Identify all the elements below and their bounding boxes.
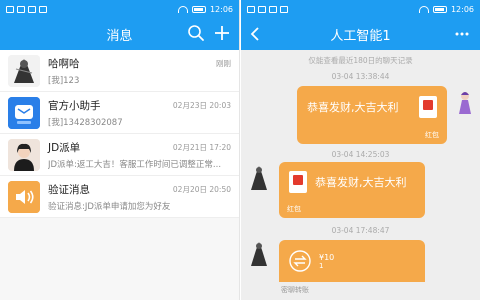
notification-icon	[258, 5, 266, 13]
notification-icon	[17, 5, 25, 13]
red-packet-text: 恭喜发财,大吉大利	[307, 101, 399, 114]
search-icon[interactable]	[187, 24, 205, 42]
conversation-preview: JD派单:返工大吉！客服工作时间已调整正常...	[48, 159, 222, 170]
conversation-name: 官方小助手	[48, 99, 101, 112]
avatar	[8, 138, 40, 171]
red-packet-label: 红包	[425, 131, 439, 139]
transfer-label: 密聊转账	[281, 286, 309, 294]
status-time: 12:06	[209, 4, 233, 14]
conversation-name: 验证消息	[48, 183, 90, 196]
message-timestamp: 03-04 14:25:03	[331, 150, 390, 159]
conversation-name: 哈啊哈	[48, 57, 80, 70]
chat-title: 人工智能1	[330, 28, 391, 44]
conversation-item[interactable]: 哈啊哈 刚刚 [我]123	[0, 50, 239, 92]
conversation-item[interactable]: 官方小助手 02月23日 20:03 [我]13428302087	[0, 92, 239, 134]
red-packet-text: 恭喜发财,大吉大利	[315, 176, 407, 189]
conversation-name: JD派单	[48, 141, 81, 154]
conversation-preview: [我]13428302087	[48, 117, 123, 128]
transfer-message[interactable]: ¥10 1	[279, 240, 425, 282]
battery-icon	[191, 5, 206, 13]
transfer-note: 1	[319, 261, 324, 270]
transfer-amount: ¥10	[319, 252, 335, 262]
contact-avatar[interactable]	[247, 164, 271, 190]
avatar	[8, 54, 40, 87]
add-icon[interactable]	[213, 24, 231, 42]
conversation-item[interactable]: JD派单 02月21日 17:20 JD派单:返工大吉！客服工作时间已调整正常.…	[0, 134, 239, 176]
message-list-screen: 12:06 消息 哈啊哈 刚刚 [我]123 官方小助手 02月23日 20:0…	[0, 0, 240, 300]
notification-icon	[247, 5, 255, 13]
red-envelope-icon	[419, 96, 437, 118]
wifi-icon	[177, 5, 188, 13]
assistant-avatar	[8, 96, 40, 129]
history-notice: 仅能查看最近180日的聊天记录	[308, 56, 413, 65]
app-header: 消息	[0, 18, 239, 50]
conversation-time: 02月21日 17:20	[172, 142, 231, 152]
wifi-icon	[418, 5, 429, 13]
battery-icon	[432, 5, 447, 13]
conversation-time: 02月23日 20:03	[172, 100, 231, 110]
page-title: 消息	[106, 28, 133, 44]
conversation-preview: 验证消息:JD派单申请加您为好友	[48, 201, 171, 212]
conversation-preview: [我]123	[48, 75, 80, 86]
status-bar: 12:06	[241, 0, 480, 18]
notification-icon	[39, 5, 47, 13]
conversation-item[interactable]: 验证消息 02月20日 20:50 验证消息:JD派单申请加您为好友	[0, 176, 239, 218]
message-timestamp: 03-04 17:48:47	[331, 226, 390, 235]
chat-screen: 12:06 人工智能1 仅能查看最近180日的聊天记录 03-04 13:38:…	[241, 0, 480, 300]
red-packet-message[interactable]: 恭喜发财,大吉大利 红包	[297, 86, 447, 144]
red-envelope-icon	[289, 171, 307, 193]
back-icon[interactable]	[249, 24, 261, 44]
chat-header: 人工智能1	[241, 18, 480, 50]
notification-icon	[28, 5, 36, 13]
chat-area: 仅能查看最近180日的聊天记录 03-04 13:38:44 恭喜发财,大吉大利…	[241, 50, 480, 300]
transfer-icon	[289, 250, 311, 272]
notification-icon	[280, 5, 288, 13]
status-bar: 12:06	[0, 0, 239, 18]
my-avatar[interactable]	[453, 88, 477, 114]
notification-icon	[269, 5, 277, 13]
contact-avatar[interactable]	[247, 240, 271, 266]
notification-icon	[6, 5, 14, 13]
conversation-time: 刚刚	[216, 58, 231, 68]
status-time: 12:06	[450, 4, 474, 14]
message-timestamp: 03-04 13:38:44	[331, 72, 390, 81]
red-packet-message[interactable]: 恭喜发财,大吉大利 红包	[279, 162, 425, 218]
red-packet-label: 红包	[287, 205, 301, 213]
conversation-time: 02月20日 20:50	[172, 184, 231, 194]
more-icon[interactable]	[454, 24, 470, 44]
conversation-list: 哈啊哈 刚刚 [我]123 官方小助手 02月23日 20:03 [我]1342…	[0, 50, 239, 218]
speaker-icon	[8, 180, 40, 213]
